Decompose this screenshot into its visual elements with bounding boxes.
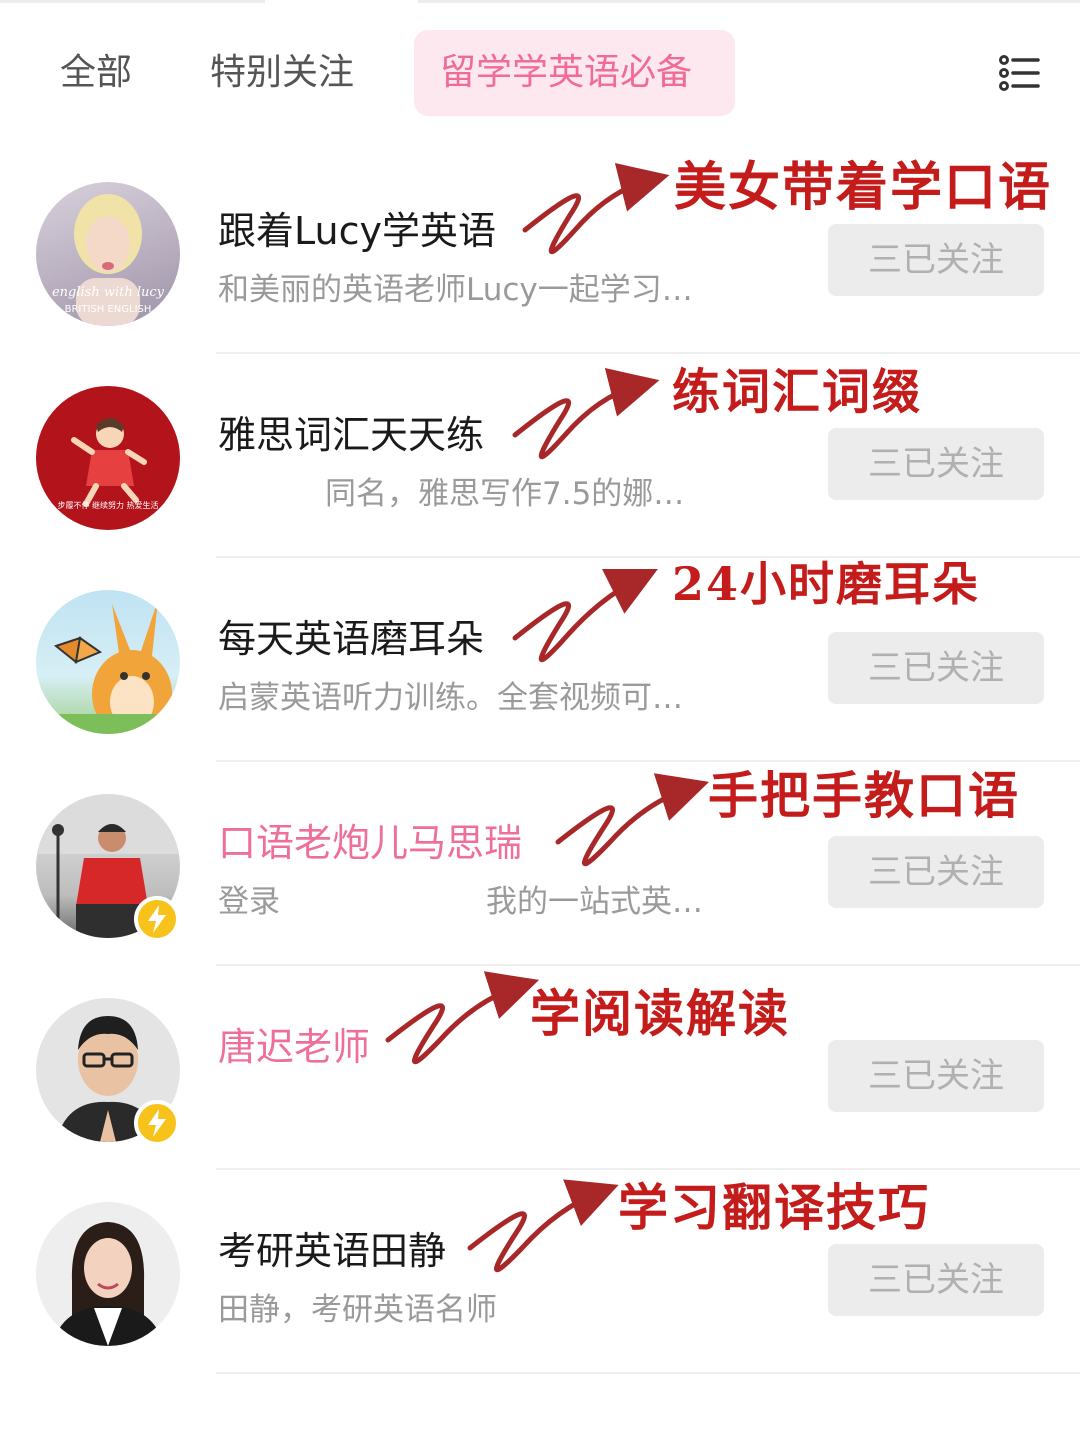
annotation-label: 手把手教口语 <box>708 766 1020 825</box>
arrow-1 <box>522 163 670 255</box>
arrow-6 <box>467 1179 619 1273</box>
arrow-5 <box>385 971 540 1065</box>
annotation-label: 练词汇词缀 <box>672 364 923 420</box>
annotation-label: 24小时磨耳朵 <box>672 557 981 611</box>
arrow-3 <box>512 569 658 663</box>
annotation-label: 美女带着学口语 <box>674 157 1053 218</box>
arrow-4 <box>555 773 710 867</box>
annotation-label: 学阅读解读 <box>530 984 790 1043</box>
annotation-label: 学习翻译技巧 <box>618 1178 930 1237</box>
arrow-2 <box>512 368 660 460</box>
